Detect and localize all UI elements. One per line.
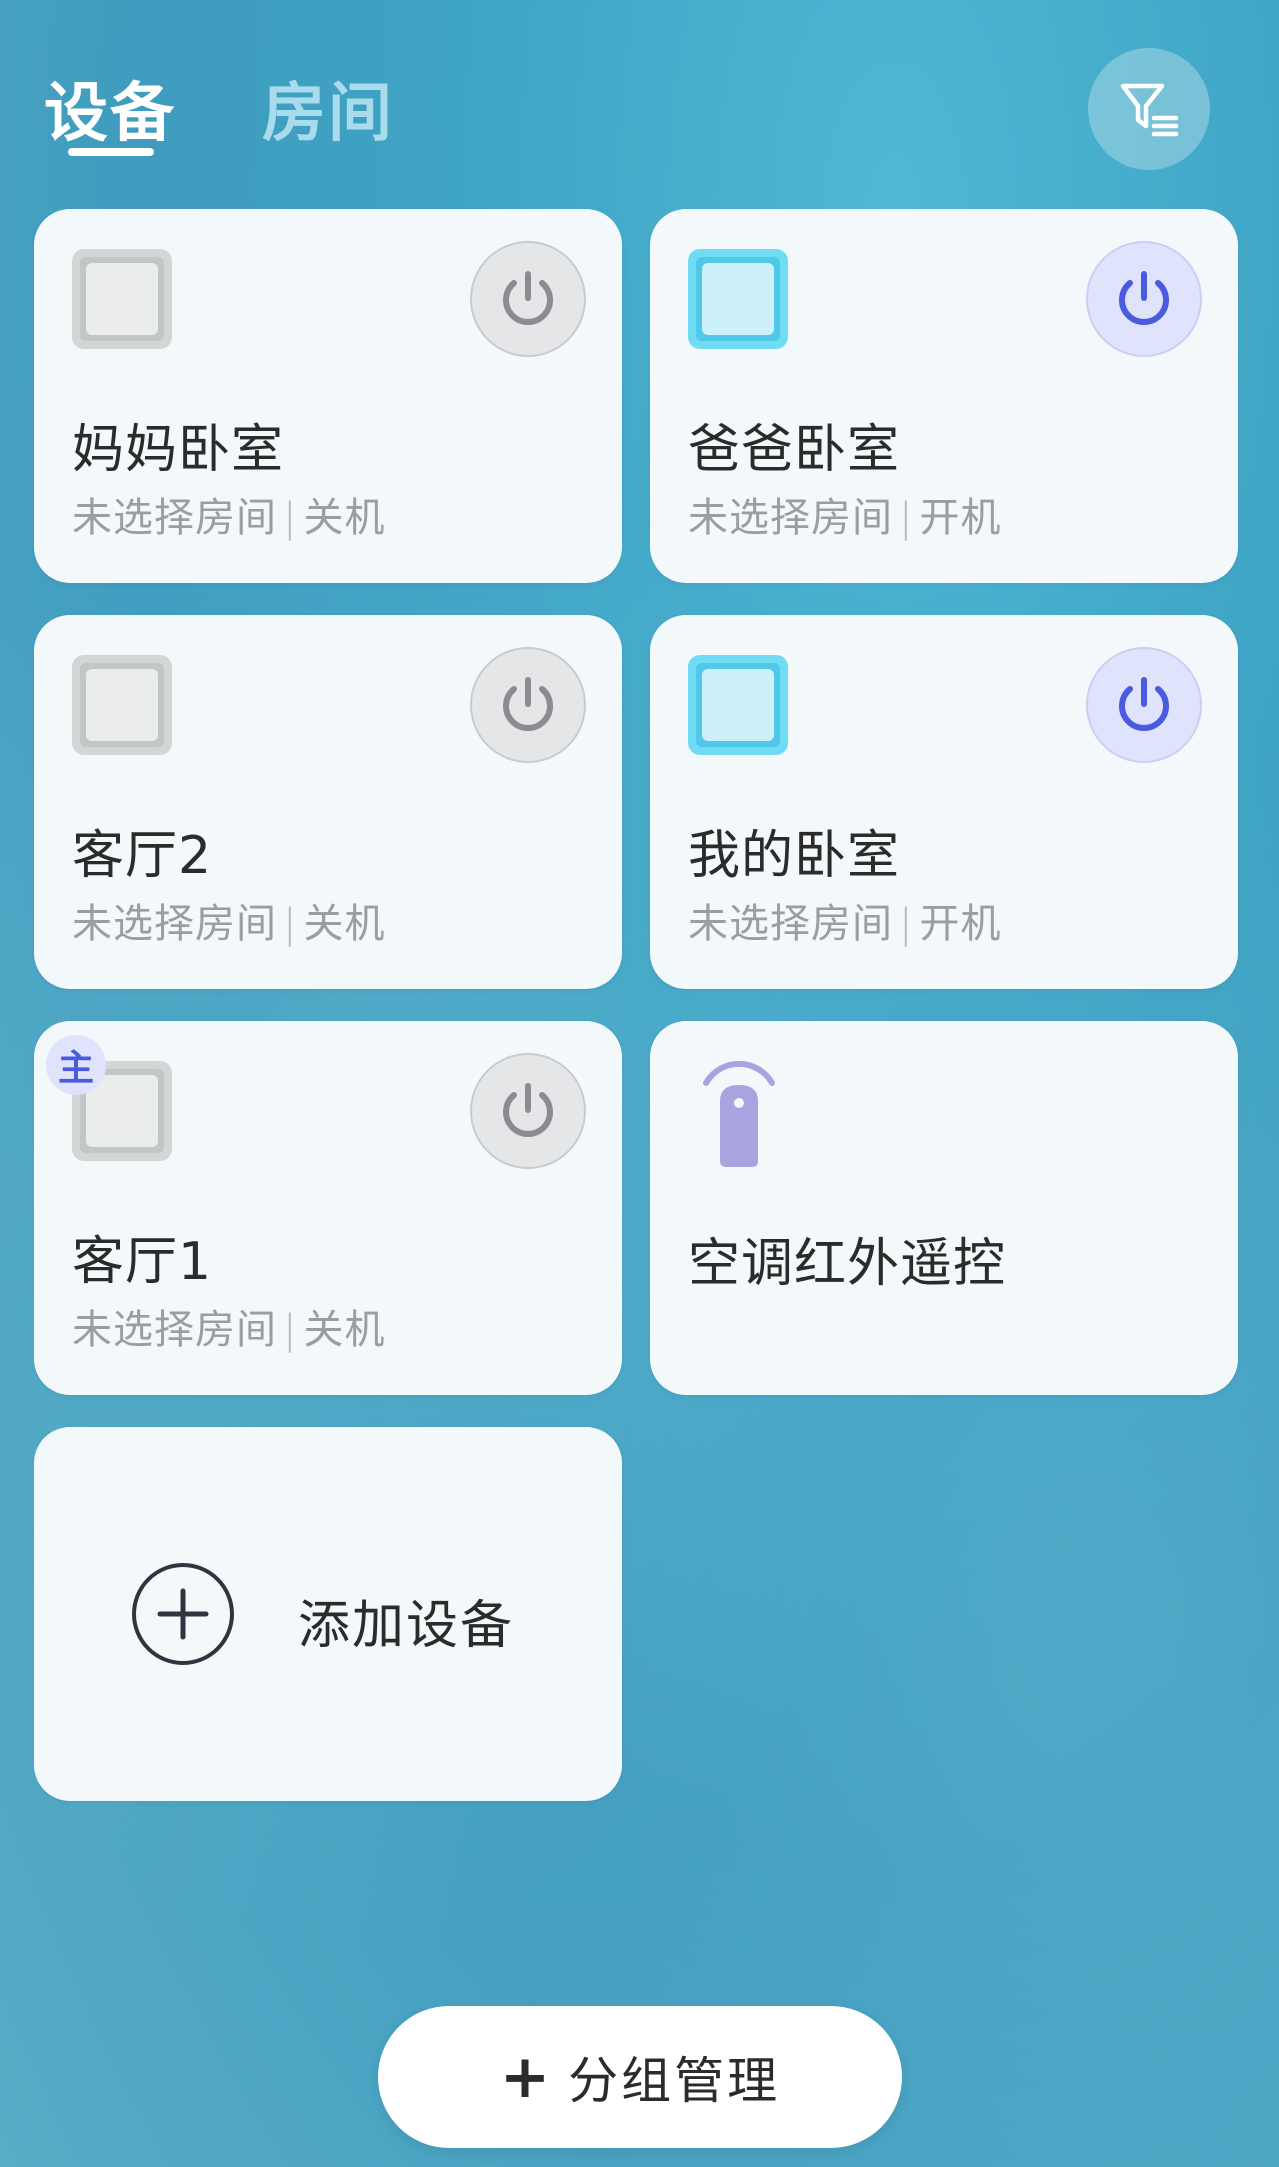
power-icon (503, 271, 553, 325)
ac-unit-icon (688, 249, 788, 349)
ir-remote-icon (703, 1060, 775, 1167)
power-button[interactable] (1086, 647, 1202, 763)
tab-rooms[interactable]: 房间 (262, 62, 394, 154)
power-state: 关机 (303, 495, 386, 541)
separator: | (899, 901, 914, 947)
group-manage-button[interactable]: + 分组管理 (378, 2006, 902, 2148)
active-tab-indicator (68, 148, 154, 156)
power-button[interactable] (470, 241, 586, 357)
device-status: 未选择房间 | 开机 (688, 485, 1001, 543)
device-name: 客厅2 (72, 826, 213, 886)
power-state: 开机 (919, 901, 1002, 947)
power-state: 关机 (303, 1307, 386, 1353)
room-label: 未选择房间 (72, 901, 277, 947)
room-label: 未选择房间 (688, 901, 893, 947)
add-device-label: 添加设备 (298, 1596, 515, 1656)
group-manage-label: 分组管理 (568, 2052, 781, 2110)
power-button[interactable] (470, 1053, 586, 1169)
device-card-ir-remote[interactable]: 空调红外遥控 (650, 1021, 1238, 1395)
device-name: 爸爸卧室 (688, 420, 901, 480)
device-status: 未选择房间 | 关机 (72, 891, 385, 949)
filter-list-icon (1120, 83, 1179, 137)
device-card-living-room-2[interactable]: 客厅2 未选择房间 | 关机 (34, 615, 622, 989)
device-name: 客厅1 (72, 1232, 213, 1292)
separator: | (283, 495, 298, 541)
device-card-baba-bedroom[interactable]: 爸爸卧室 未选择房间 | 开机 (650, 209, 1238, 583)
device-card-living-room-1[interactable]: 主 客厅1 未选择房间 | 关机 (34, 1021, 622, 1395)
primary-badge: 主 (46, 1035, 106, 1095)
device-name: 妈妈卧室 (72, 420, 285, 480)
plus-circle-icon (132, 1563, 234, 1665)
power-icon (1119, 271, 1169, 325)
ac-unit-icon (72, 249, 172, 349)
separator: | (283, 901, 298, 947)
room-label: 未选择房间 (72, 1307, 277, 1353)
ac-unit-icon (688, 655, 788, 755)
separator: | (899, 495, 914, 541)
add-device-card[interactable]: 添加设备 (34, 1427, 622, 1801)
plus-icon: + (499, 2042, 551, 2112)
power-icon (1119, 677, 1169, 731)
power-icon (503, 1083, 553, 1137)
separator: | (283, 1307, 298, 1353)
tab-bar: 设备 房间 (44, 62, 394, 154)
device-card-my-bedroom[interactable]: 我的卧室 未选择房间 | 开机 (650, 615, 1238, 989)
power-button[interactable] (470, 647, 586, 763)
device-status: 未选择房间 | 关机 (72, 1297, 385, 1355)
room-label: 未选择房间 (688, 495, 893, 541)
device-name: 我的卧室 (688, 826, 901, 886)
filter-button[interactable] (1088, 48, 1210, 170)
power-state: 关机 (303, 901, 386, 947)
device-card-mama-bedroom[interactable]: 妈妈卧室 未选择房间 | 关机 (34, 209, 622, 583)
power-icon (503, 677, 553, 731)
power-button[interactable] (1086, 241, 1202, 357)
tab-devices[interactable]: 设备 (44, 62, 176, 154)
device-status: 未选择房间 | 关机 (72, 485, 385, 543)
device-name: 空调红外遥控 (688, 1234, 1007, 1294)
room-label: 未选择房间 (72, 495, 277, 541)
ac-unit-icon (72, 655, 172, 755)
power-state: 开机 (919, 495, 1002, 541)
device-status: 未选择房间 | 开机 (688, 891, 1001, 949)
